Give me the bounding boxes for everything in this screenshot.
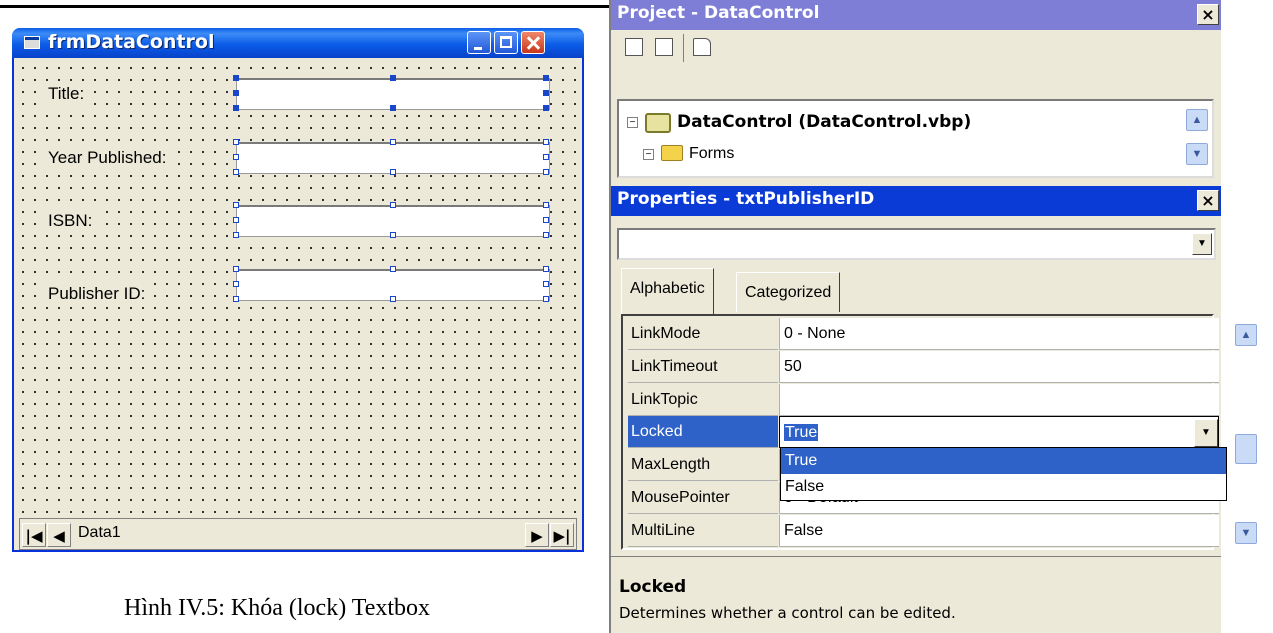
property-name: MaxLength bbox=[628, 449, 778, 481]
ide-side-panels: Project - DataControl × − DataControl (D… bbox=[609, 0, 1257, 633]
project-panel-title: Project - DataControl bbox=[617, 3, 820, 23]
property-name: LinkMode bbox=[628, 318, 778, 350]
tree-forms-node[interactable]: Forms bbox=[689, 145, 734, 163]
description-title: Locked bbox=[619, 577, 687, 597]
data-control[interactable]: |◀ ◀ Data1 ▶ ▶| bbox=[19, 518, 577, 550]
tree-scroll-down-icon[interactable]: ▼ bbox=[1186, 143, 1208, 165]
form-titlebar[interactable]: frmDataControl bbox=[12, 28, 584, 58]
previous-record-button[interactable]: ◀ bbox=[47, 523, 71, 547]
form-title: frmDataControl bbox=[48, 31, 215, 53]
properties-close-button[interactable]: × bbox=[1197, 190, 1219, 211]
property-name: LinkTopic bbox=[628, 384, 778, 416]
chevron-down-icon[interactable]: ▼ bbox=[1194, 419, 1218, 447]
chevron-down-icon[interactable]: ▼ bbox=[1192, 233, 1212, 255]
toggle-folders-icon[interactable] bbox=[693, 38, 711, 56]
object-selector[interactable]: ▼ bbox=[617, 228, 1216, 260]
label-isbn[interactable]: ISBN: bbox=[44, 209, 97, 233]
collapse-forms-icon[interactable]: − bbox=[643, 149, 654, 160]
project-panel-titlebar[interactable]: Project - DataControl × bbox=[611, 0, 1221, 30]
view-code-icon[interactable] bbox=[625, 38, 643, 56]
description-text: Determines whether a control can be edit… bbox=[619, 604, 956, 622]
locked-dropdown-list[interactable]: True False bbox=[780, 447, 1227, 501]
folder-icon bbox=[661, 145, 683, 161]
maximize-button[interactable] bbox=[494, 31, 518, 54]
property-value: True bbox=[784, 424, 819, 441]
description-pane: Locked Determines whether a control can … bbox=[611, 556, 1221, 633]
scroll-down-icon[interactable]: ▼ bbox=[1235, 522, 1257, 544]
property-row[interactable]: LinkTopic bbox=[623, 384, 1223, 417]
close-button[interactable] bbox=[521, 31, 545, 54]
last-record-button[interactable]: ▶| bbox=[550, 523, 574, 547]
tree-scroll-up-icon[interactable]: ▲ bbox=[1186, 109, 1208, 131]
property-row[interactable]: LinkMode 0 - None bbox=[623, 318, 1223, 351]
property-value[interactable] bbox=[779, 384, 1219, 416]
label-publisher-id[interactable]: Publisher ID: bbox=[44, 282, 150, 306]
textbox-title[interactable] bbox=[233, 75, 550, 111]
textbox-publisher-id[interactable] bbox=[233, 266, 550, 302]
label-title[interactable]: Title: bbox=[44, 82, 89, 106]
figure-caption: Hình IV.5: Khóa (lock) Textbox bbox=[124, 595, 431, 621]
property-value[interactable]: False bbox=[779, 515, 1219, 547]
dropdown-option-false[interactable]: False bbox=[781, 474, 1226, 500]
view-object-icon[interactable] bbox=[655, 38, 673, 56]
textbox-year-published[interactable] bbox=[233, 139, 550, 175]
collapse-icon[interactable]: − bbox=[627, 117, 638, 128]
tree-project-node[interactable]: DataControl (DataControl.vbp) bbox=[677, 112, 971, 132]
properties-panel-title: Properties - txtPublisherID bbox=[617, 189, 875, 209]
toolbar-separator bbox=[683, 34, 684, 62]
form-design-surface[interactable]: Title: Year Published: ISBN: Publisher I… bbox=[14, 58, 582, 550]
first-record-button[interactable]: |◀ bbox=[22, 523, 46, 547]
properties-grid[interactable]: LinkMode 0 - None LinkTimeout 50 LinkTop… bbox=[621, 314, 1257, 550]
label-year-published[interactable]: Year Published: bbox=[44, 146, 171, 170]
property-name: MultiLine bbox=[628, 515, 778, 547]
form-window[interactable]: frmDataControl Title: Year Published: IS… bbox=[12, 28, 584, 552]
properties-panel-titlebar[interactable]: Properties - txtPublisherID × bbox=[611, 186, 1221, 216]
property-value[interactable]: 0 - None bbox=[779, 318, 1219, 350]
data-control-caption: Data1 bbox=[78, 524, 121, 541]
property-row[interactable]: LinkTimeout 50 bbox=[623, 351, 1223, 384]
scroll-thumb[interactable] bbox=[1235, 434, 1257, 464]
project-icon bbox=[645, 113, 671, 133]
property-value[interactable]: 50 bbox=[779, 351, 1219, 383]
tab-categorized[interactable]: Categorized bbox=[736, 272, 841, 312]
property-name: MousePointer bbox=[628, 482, 778, 514]
tab-alphabetic[interactable]: Alphabetic bbox=[621, 268, 714, 314]
scroll-up-icon[interactable]: ▲ bbox=[1235, 324, 1257, 346]
project-tree[interactable]: − DataControl (DataControl.vbp) − Forms … bbox=[617, 99, 1214, 178]
form-icon bbox=[24, 36, 40, 49]
property-row[interactable]: MultiLine False bbox=[623, 515, 1223, 548]
dropdown-option-true[interactable]: True bbox=[781, 448, 1226, 474]
next-record-button[interactable]: ▶ bbox=[525, 523, 549, 547]
textbox-isbn[interactable] bbox=[233, 202, 550, 238]
property-name: Locked bbox=[628, 416, 778, 448]
property-name: LinkTimeout bbox=[628, 351, 778, 383]
property-row-selected[interactable]: Locked True ▼ bbox=[623, 416, 1223, 449]
minimize-button[interactable] bbox=[467, 31, 491, 54]
property-value-editor[interactable]: True ▼ bbox=[779, 416, 1219, 448]
project-close-button[interactable]: × bbox=[1197, 4, 1219, 25]
